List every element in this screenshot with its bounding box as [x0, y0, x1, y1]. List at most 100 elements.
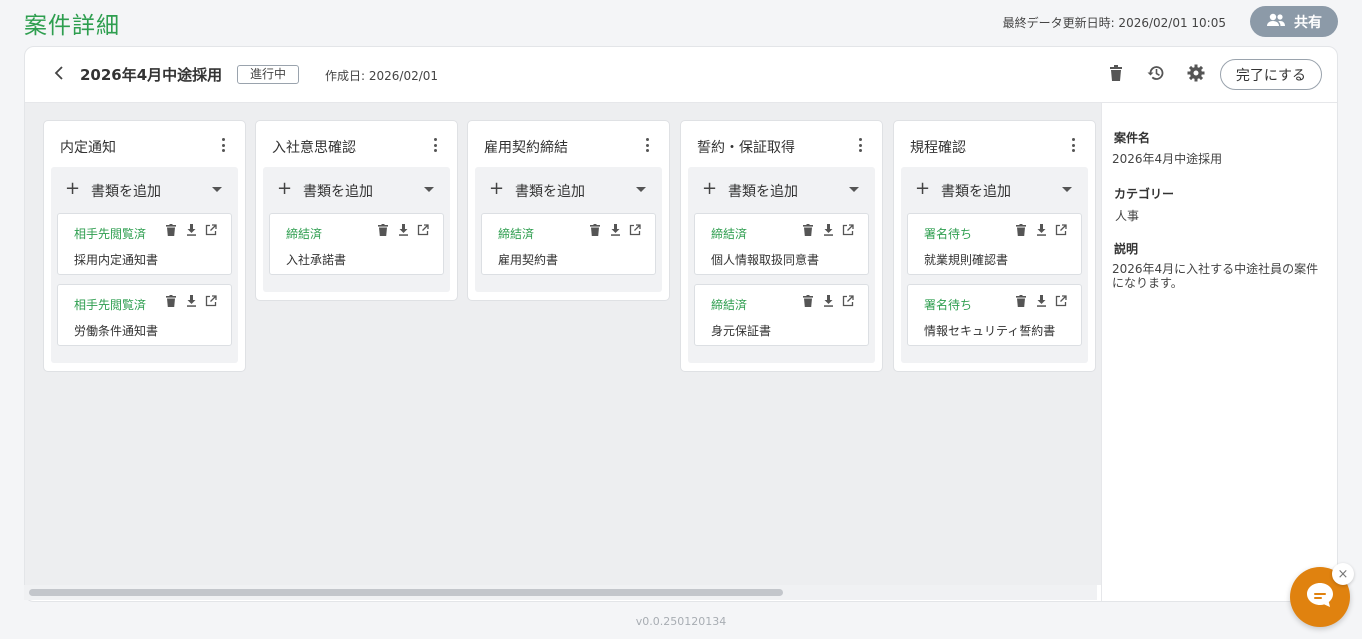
- document-name: 就業規則確認書: [924, 253, 1009, 267]
- column-title: 入社意思確認: [272, 140, 356, 156]
- complete-button[interactable]: 完了にする: [1220, 59, 1322, 90]
- download-icon[interactable]: [397, 224, 409, 236]
- document-status: 締結済: [498, 227, 535, 241]
- add-document-button[interactable]: + 書類を追加: [51, 167, 238, 211]
- document-status: 締結済: [286, 227, 323, 241]
- add-document-label: 書類を追加: [303, 184, 373, 200]
- caret-down-icon[interactable]: [212, 187, 222, 192]
- column-title: 内定通知: [60, 140, 116, 156]
- column-seiyaku-hosho-shutoku: 誓約・保証取得 + 書類を追加 締結済 個人情報取扱同意書 締結済 身元保証書: [680, 120, 883, 372]
- document-card[interactable]: 相手先閲覧済 労働条件通知書: [57, 284, 232, 346]
- history-button[interactable]: [1145, 64, 1167, 86]
- caret-down-icon[interactable]: [424, 187, 434, 192]
- open-external-icon[interactable]: [1055, 224, 1067, 236]
- column-koyo-keiyaku-teiketsu: 雇用契約締結 + 書類を追加 締結済 雇用契約書: [467, 120, 670, 301]
- download-icon[interactable]: [185, 224, 197, 236]
- chevron-left-icon: [54, 65, 64, 84]
- column-body: + 書類を追加 署名待ち 就業規則確認書 署名待ち 情報セキュリティ誓約書: [901, 167, 1088, 363]
- caret-down-icon[interactable]: [1062, 187, 1072, 192]
- add-document-label: 書類を追加: [941, 184, 1011, 200]
- download-icon[interactable]: [609, 224, 621, 236]
- trash-icon[interactable]: [802, 295, 814, 307]
- column-body: + 書類を追加 締結済 個人情報取扱同意書 締結済 身元保証書: [688, 167, 875, 363]
- open-external-icon[interactable]: [842, 224, 854, 236]
- project-header: 2026年4月中途採用 進行中 作成日: 2026/02/01 完了にする: [25, 47, 1337, 103]
- scrollbar-thumb[interactable]: [29, 589, 783, 596]
- document-card[interactable]: 締結済 入社承諾書: [269, 213, 444, 275]
- column-title: 雇用契約締結: [484, 140, 568, 156]
- column-header: 入社意思確認: [256, 121, 457, 167]
- plus-icon: +: [277, 178, 293, 199]
- add-document-button[interactable]: + 書類を追加: [901, 167, 1088, 211]
- add-document-button[interactable]: + 書類を追加: [688, 167, 875, 211]
- share-button-label: 共有: [1294, 13, 1322, 30]
- more-vert-icon[interactable]: [215, 136, 231, 154]
- document-card[interactable]: 締結済 雇用契約書: [481, 213, 656, 275]
- column-body: + 書類を追加 締結済 入社承諾書: [263, 167, 450, 292]
- trash-icon[interactable]: [1015, 224, 1027, 236]
- open-external-icon[interactable]: [417, 224, 429, 236]
- last-updated-timestamp: 最終データ更新日時: 2026/02/01 10:05: [1002, 16, 1226, 30]
- open-external-icon[interactable]: [205, 224, 217, 236]
- document-name: 労働条件通知書: [74, 324, 159, 338]
- column-title: 規程確認: [910, 140, 966, 156]
- back-button[interactable]: [49, 64, 69, 84]
- document-name: 身元保証書: [711, 324, 772, 338]
- column-header: 誓約・保証取得: [681, 121, 882, 167]
- document-card[interactable]: 署名待ち 情報セキュリティ誓約書: [907, 284, 1082, 346]
- download-icon[interactable]: [822, 224, 834, 236]
- document-status: 相手先閲覧済: [74, 298, 147, 312]
- document-card[interactable]: 相手先閲覧済 採用内定通知書: [57, 213, 232, 275]
- trash-icon[interactable]: [589, 224, 601, 236]
- share-button[interactable]: 共有: [1250, 6, 1338, 37]
- trash-icon[interactable]: [377, 224, 389, 236]
- add-document-label: 書類を追加: [91, 184, 161, 200]
- document-status: 締結済: [711, 227, 748, 241]
- document-card[interactable]: 署名待ち 就業規則確認書: [907, 213, 1082, 275]
- plus-icon: +: [915, 178, 931, 199]
- open-external-icon[interactable]: [629, 224, 641, 236]
- open-external-icon[interactable]: [1055, 295, 1067, 307]
- document-card[interactable]: 締結済 個人情報取扱同意書: [694, 213, 869, 275]
- document-status: 署名待ち: [924, 298, 973, 312]
- chat-bubble-icon: [1305, 581, 1335, 613]
- trash-icon[interactable]: [1015, 295, 1027, 307]
- trash-icon[interactable]: [165, 224, 177, 236]
- download-icon[interactable]: [1035, 224, 1047, 236]
- project-name: 2026年4月中途採用: [80, 66, 223, 84]
- trash-icon[interactable]: [802, 224, 814, 236]
- more-vert-icon[interactable]: [852, 136, 868, 154]
- open-external-icon[interactable]: [842, 295, 854, 307]
- column-title: 誓約・保証取得: [697, 140, 795, 156]
- document-name: 雇用契約書: [498, 253, 559, 267]
- document-status: 相手先閲覧済: [74, 227, 147, 241]
- add-document-label: 書類を追加: [515, 184, 585, 200]
- download-icon[interactable]: [185, 295, 197, 307]
- trash-icon[interactable]: [165, 295, 177, 307]
- caret-down-icon[interactable]: [849, 187, 859, 192]
- created-date: 作成日: 2026/02/01: [325, 69, 439, 83]
- column-header: 雇用契約締結: [468, 121, 669, 167]
- chat-close-button[interactable]: ×: [1332, 563, 1354, 585]
- horizontal-scrollbar[interactable]: [24, 585, 1097, 600]
- column-kitei-kakunin: 規程確認 + 書類を追加 署名待ち 就業規則確認書 署名待ち 情報セキュリティ誓…: [893, 120, 1096, 372]
- delete-project-button[interactable]: [1105, 64, 1127, 86]
- add-document-label: 書類を追加: [728, 184, 798, 200]
- gear-icon: [1187, 64, 1205, 86]
- add-document-button[interactable]: + 書類を追加: [475, 167, 662, 211]
- caret-down-icon[interactable]: [636, 187, 646, 192]
- download-icon[interactable]: [1035, 295, 1047, 307]
- add-document-button[interactable]: + 書類を追加: [263, 167, 450, 211]
- download-icon[interactable]: [822, 295, 834, 307]
- more-vert-icon[interactable]: [639, 136, 655, 154]
- settings-button[interactable]: [1185, 64, 1207, 86]
- history-icon: [1147, 64, 1165, 86]
- more-vert-icon[interactable]: [427, 136, 443, 154]
- users-icon: [1266, 13, 1286, 30]
- open-external-icon[interactable]: [205, 295, 217, 307]
- page-title: 案件詳細: [24, 13, 120, 39]
- document-name: 情報セキュリティ誓約書: [924, 324, 1056, 338]
- document-card[interactable]: 締結済 身元保証書: [694, 284, 869, 346]
- column-body: + 書類を追加 締結済 雇用契約書: [475, 167, 662, 292]
- more-vert-icon[interactable]: [1065, 136, 1081, 154]
